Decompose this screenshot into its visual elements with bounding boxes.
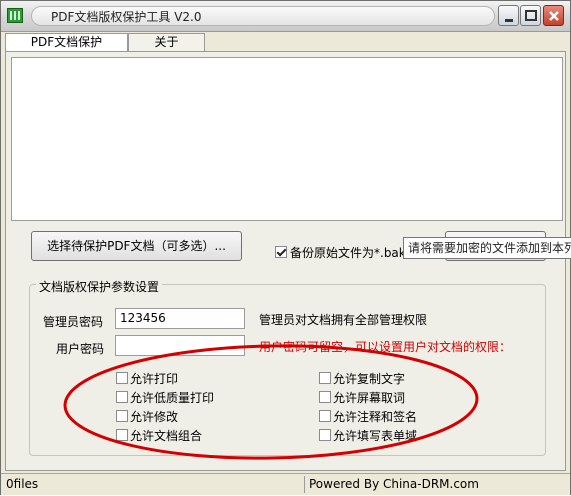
allow-screen-capture-label: 允许屏幕取词 — [333, 391, 406, 405]
settings-group-title: 文档版权保护参数设置 — [36, 278, 163, 295]
admin-password-field[interactable]: 123456 — [115, 308, 245, 329]
status-file-count: 0files — [6, 477, 39, 491]
status-bar: 0files Powered By China-DRM.com — [1, 473, 570, 495]
close-button[interactable] — [543, 5, 564, 26]
select-files-button[interactable]: 选择待保护PDF文档（可多选）... — [31, 231, 242, 261]
allow-print-checkbox[interactable] — [116, 372, 128, 384]
maximize-button[interactable] — [520, 5, 541, 26]
tab-about[interactable]: 关于 — [128, 33, 205, 51]
allow-copy-text-label: 允许复制文字 — [333, 372, 406, 386]
minimize-button[interactable] — [498, 5, 519, 26]
backup-checkbox[interactable] — [275, 246, 287, 258]
close-icon — [549, 11, 559, 21]
backup-label: 备份原始文件为*.bak — [290, 246, 406, 260]
allow-fill-forms-label: 允许填写表单域 — [333, 429, 418, 443]
admin-note: 管理员对文档拥有全部管理权限 — [259, 313, 428, 327]
user-password-field[interactable] — [115, 335, 245, 356]
allow-fill-forms-checkbox[interactable] — [319, 429, 331, 441]
allow-annotate-label: 允许注释和签名 — [333, 410, 418, 424]
window-title: PDF文档版权保护工具 V2.0 — [51, 10, 202, 24]
allow-assemble-checkbox[interactable] — [116, 429, 128, 441]
status-powered-by: Powered By China-DRM.com — [309, 477, 479, 491]
allow-screen-capture-checkbox[interactable] — [319, 391, 331, 403]
status-separator — [304, 476, 305, 493]
allow-assemble-label: 允许文档组合 — [130, 429, 203, 443]
maximize-icon — [525, 10, 537, 21]
file-list[interactable] — [11, 57, 563, 221]
allow-modify-label: 允许修改 — [130, 410, 179, 424]
settings-group — [29, 284, 546, 456]
user-note: 用户密码可留空，可以设置用户对文档的权限： — [259, 340, 512, 354]
allow-lowres-print-label: 允许低质量打印 — [130, 391, 215, 405]
admin-password-label: 管理员密码 — [43, 315, 104, 329]
minimize-icon — [505, 19, 513, 22]
user-password-label: 用户密码 — [56, 342, 105, 356]
app-icon — [7, 8, 23, 23]
allow-print-label: 允许打印 — [130, 372, 179, 386]
allow-copy-text-checkbox[interactable] — [319, 372, 331, 384]
app-window: PDF文档版权保护工具 V2.0 PDF文档保护 关于 选择待保护PDF文档（可… — [0, 0, 571, 495]
title-bar[interactable]: PDF文档版权保护工具 V2.0 — [1, 1, 570, 32]
allow-lowres-print-checkbox[interactable] — [116, 391, 128, 403]
file-list-tooltip: 请将需要加密的文件添加到本列表 — [403, 237, 571, 259]
tab-pdf-protect[interactable]: PDF文档保护 — [5, 33, 128, 52]
allow-annotate-checkbox[interactable] — [319, 410, 331, 422]
allow-modify-checkbox[interactable] — [116, 410, 128, 422]
